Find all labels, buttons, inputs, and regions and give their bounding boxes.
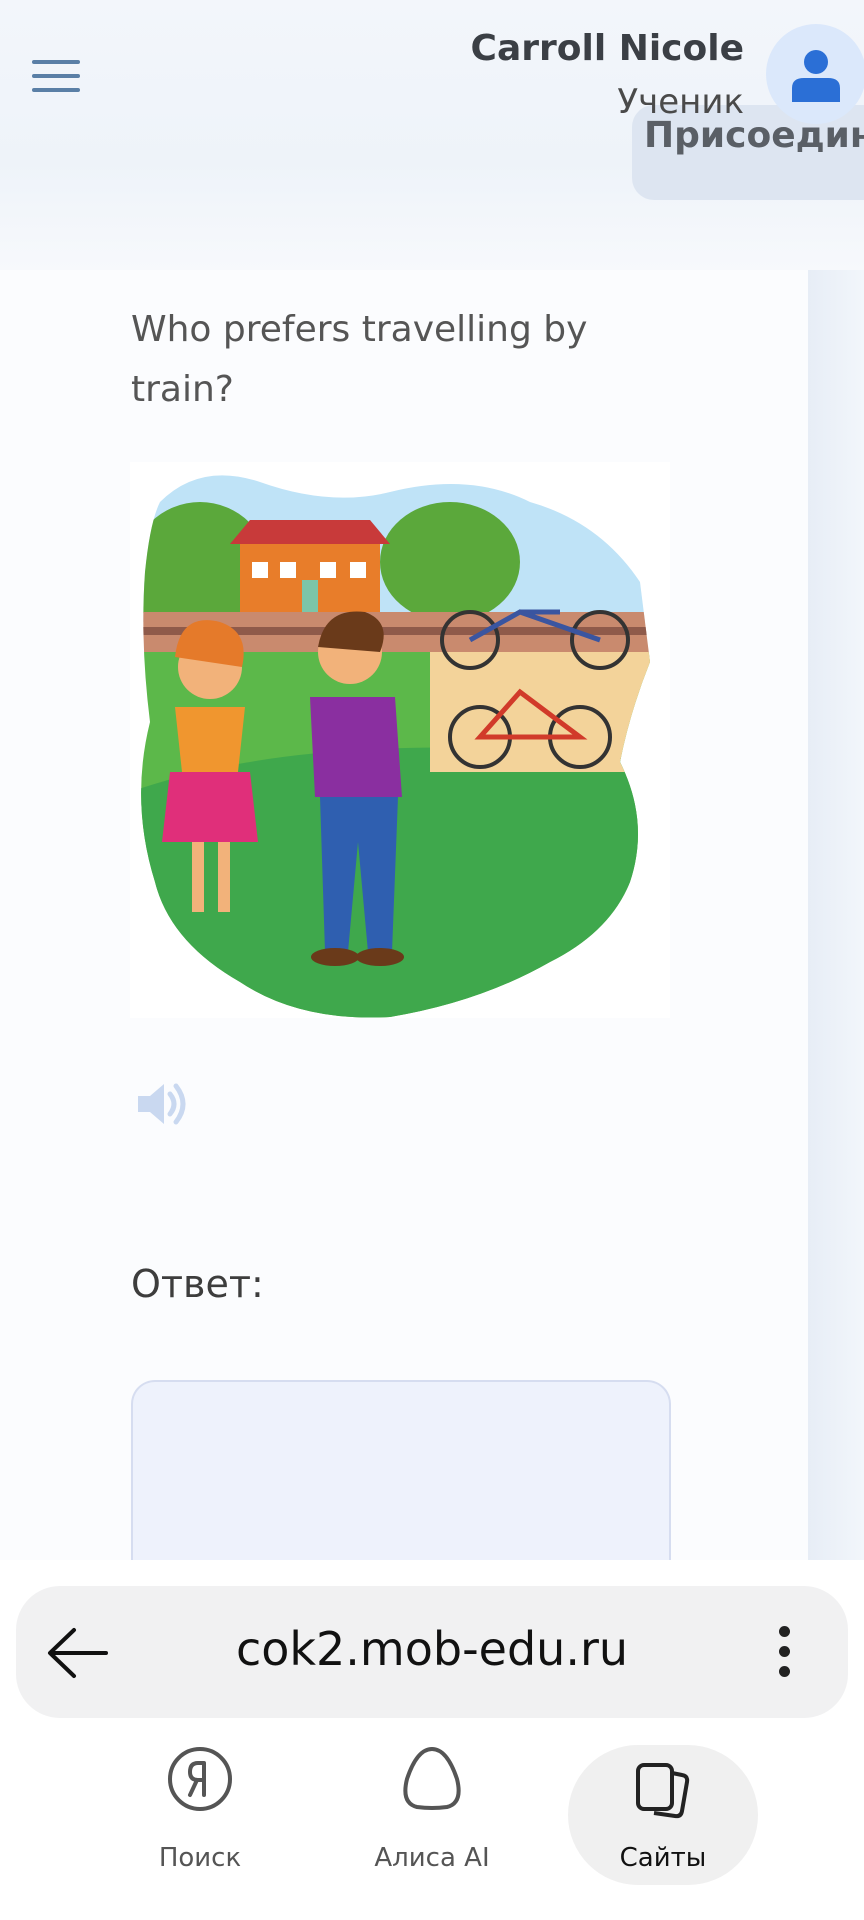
speaker-icon[interactable] — [134, 1074, 190, 1134]
sites-icon — [636, 1763, 690, 1819]
nav-search[interactable]: Поиск — [105, 1745, 295, 1885]
user-name: Carroll Nicole — [470, 28, 744, 69]
alice-icon — [403, 1747, 461, 1810]
nav-sites[interactable]: Сайты — [568, 1745, 758, 1885]
hamburger-menu-icon[interactable] — [32, 60, 80, 96]
nav-alice[interactable]: Алиса AI — [337, 1745, 527, 1885]
side-panel — [808, 270, 864, 1560]
yandex-icon — [168, 1747, 232, 1811]
answer-input[interactable] — [131, 1380, 671, 1582]
nav-sites-label: Сайты — [619, 1843, 707, 1873]
task-illustration — [130, 462, 670, 1018]
user-icon — [792, 50, 840, 102]
url-text: cok2.mob-edu.ru — [235, 1622, 629, 1676]
more-options-icon[interactable] — [772, 1626, 796, 1686]
avatar[interactable] — [766, 24, 864, 124]
nav-alice-label: Алиса AI — [374, 1843, 490, 1873]
question-text: Who prefers travelling by train? — [131, 309, 588, 410]
answer-label: Ответ: — [131, 1262, 264, 1306]
user-role: Ученик — [617, 82, 744, 122]
nav-search-label: Поиск — [158, 1843, 242, 1873]
